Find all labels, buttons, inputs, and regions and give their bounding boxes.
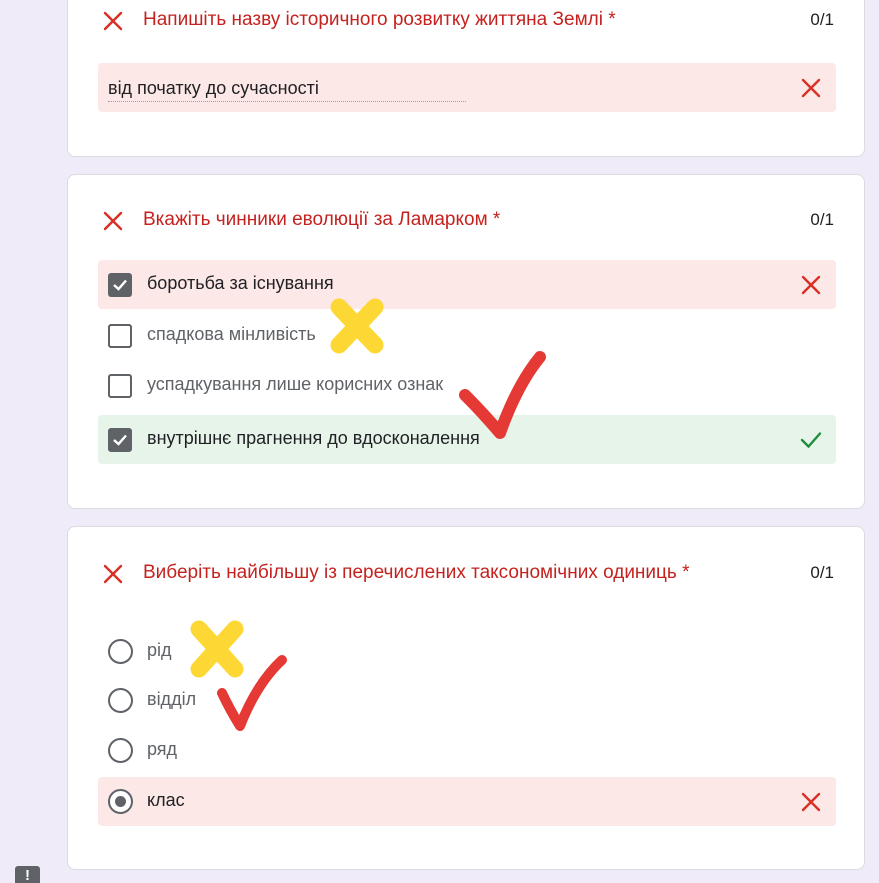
question-score: 0/1 bbox=[810, 210, 834, 229]
checkbox-icon[interactable] bbox=[108, 273, 132, 297]
option-label: спадкова мінливість bbox=[147, 324, 316, 344]
checkbox-option[interactable]: внутрішнє прагнення до вдосконалення bbox=[98, 415, 836, 464]
option-label: клас bbox=[147, 790, 185, 810]
question-title: Напишіть назву історичного розвитку житт… bbox=[143, 9, 616, 30]
question-card-3: Виберіть найбільшу із перечислених таксо… bbox=[67, 526, 865, 870]
checkbox-icon[interactable] bbox=[108, 324, 132, 348]
wrong-x-icon bbox=[103, 11, 123, 31]
question-header: Вкажіть чинники еволюції за Ламарком * 0… bbox=[68, 205, 864, 235]
radio-icon[interactable] bbox=[108, 688, 133, 713]
radio-icon[interactable] bbox=[108, 789, 133, 814]
wrong-x-icon bbox=[801, 792, 821, 812]
question-title: Виберіть найбільшу із перечислених таксо… bbox=[143, 562, 690, 583]
option-label: успадкування лише корисних ознак bbox=[147, 374, 444, 394]
checkbox-option[interactable]: успадкування лише корисних ознак bbox=[98, 361, 836, 410]
question-score: 0/1 bbox=[810, 10, 834, 29]
option-label: відділ bbox=[147, 689, 197, 709]
correct-check-icon bbox=[800, 432, 822, 449]
option-label: ряд bbox=[147, 739, 178, 759]
checkbox-option[interactable]: спадкова мінливість bbox=[98, 311, 836, 360]
short-answer-text: від початку до сучасності bbox=[108, 78, 319, 98]
checkbox-icon[interactable] bbox=[108, 374, 132, 398]
question-header: Виберіть найбільшу із перечислених таксо… bbox=[68, 558, 864, 588]
wrong-x-icon bbox=[103, 564, 123, 584]
question-card-2: Вкажіть чинники еволюції за Ламарком * 0… bbox=[67, 174, 865, 509]
wrong-x-icon bbox=[103, 211, 123, 231]
option-label: внутрішнє прагнення до вдосконалення bbox=[147, 428, 480, 448]
answer-underline bbox=[108, 101, 466, 102]
question-card-1: Напишіть назву історичного розвитку житт… bbox=[67, 0, 865, 157]
radio-icon[interactable] bbox=[108, 639, 133, 664]
radio-icon[interactable] bbox=[108, 738, 133, 763]
option-label: рід bbox=[147, 640, 172, 660]
radio-option[interactable]: клас bbox=[98, 777, 836, 826]
radio-option[interactable]: відділ bbox=[98, 676, 836, 725]
option-label: боротьба за існування bbox=[147, 273, 334, 293]
checkbox-icon[interactable] bbox=[108, 428, 132, 452]
short-answer-box: від початку до сучасності bbox=[98, 63, 836, 112]
radio-option[interactable]: рід bbox=[98, 627, 836, 676]
question-header: Напишіть назву історичного розвитку житт… bbox=[68, 5, 864, 35]
wrong-x-icon bbox=[801, 275, 821, 295]
checkbox-option[interactable]: боротьба за існування bbox=[98, 260, 836, 309]
feedback-icon[interactable]: ! bbox=[15, 866, 40, 883]
wrong-x-icon bbox=[801, 78, 821, 98]
radio-option[interactable]: ряд bbox=[98, 726, 836, 775]
quiz-results-page: Напишіть назву історичного розвитку житт… bbox=[0, 0, 879, 883]
question-score: 0/1 bbox=[810, 563, 834, 582]
question-title: Вкажіть чинники еволюції за Ламарком * bbox=[143, 209, 501, 230]
